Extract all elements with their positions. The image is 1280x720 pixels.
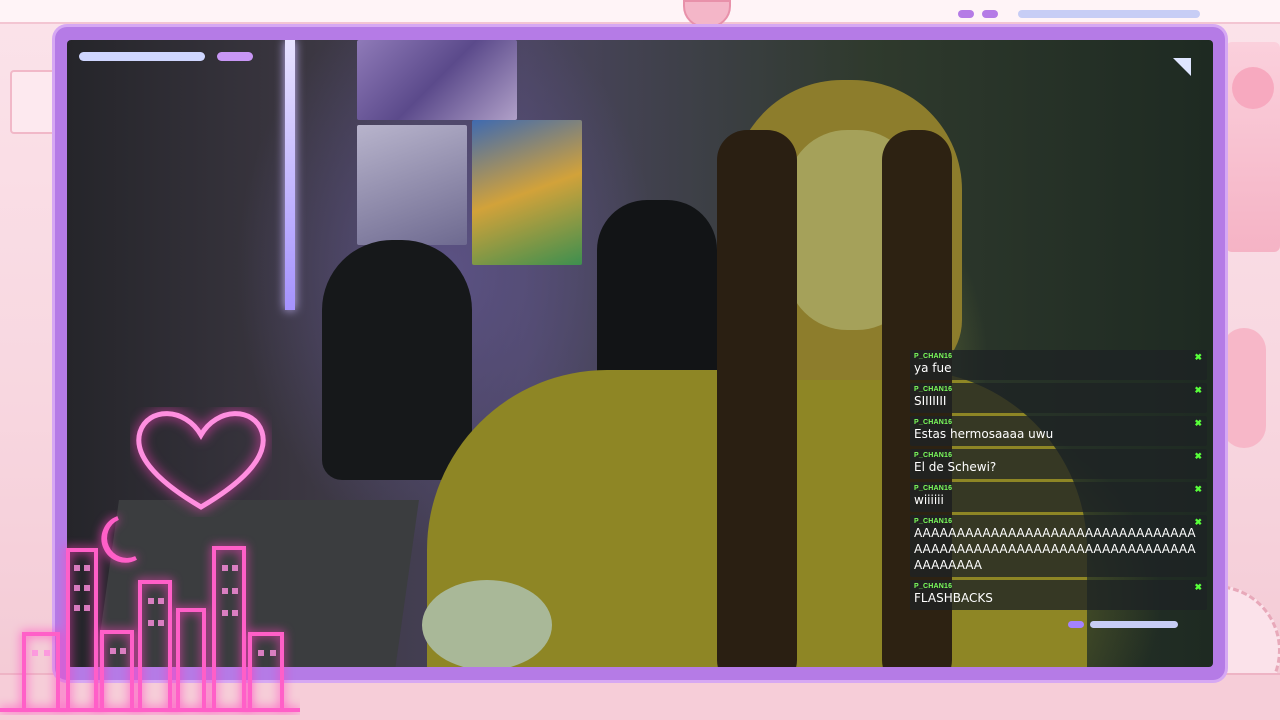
chat-message: P_CHAN16 ✖ SIIIIIII [910, 383, 1207, 413]
check-badge-icon: ✖ [1194, 352, 1202, 362]
led-strip [285, 40, 295, 310]
city-skyline-neon-icon [0, 516, 300, 712]
chat-username: P_CHAN16 [914, 419, 953, 426]
chat-message: P_CHAN16 ✖ AAAAAAAAAAAAAAAAAAAAAAAAAAAAAAA… [910, 515, 1207, 577]
check-badge-icon: ✖ [1194, 582, 1202, 592]
chat-overlay: P_CHAN16 ✖ ya fue P_CHAN16 ✖ SIIIIIII P_CHAN16… [910, 350, 1207, 613]
anime-character-decoration [1226, 42, 1280, 252]
wall-poster [472, 120, 582, 265]
corner-triangle-icon [1173, 58, 1191, 76]
streamer-hair [717, 130, 797, 667]
chat-message: P_CHAN16 ✖ Estas hermosaaaa uwu [910, 416, 1207, 446]
chat-scrollbar[interactable] [1090, 621, 1178, 628]
check-badge-icon: ✖ [1194, 418, 1202, 428]
moon-neon-icon [101, 516, 137, 563]
chat-username: P_CHAN16 [914, 386, 953, 393]
chat-message-text: SIIIIIII [914, 394, 947, 408]
chat-message: P_CHAN16 ✖ FLASHBACKS [910, 580, 1207, 610]
streamer-hand [422, 580, 552, 667]
chat-message-text: ya fue [914, 361, 952, 375]
chat-username: P_CHAN16 [914, 518, 953, 525]
heart-decoration [1222, 328, 1266, 448]
chat-message-text: El de Schewi? [914, 460, 997, 474]
wall-poster [357, 40, 517, 120]
check-badge-icon: ✖ [1194, 451, 1202, 461]
chat-scroll-indicator [1068, 621, 1084, 628]
chair [322, 240, 472, 480]
chat-message-text: FLASHBACKS [914, 591, 993, 605]
chat-message-text: Estas hermosaaaa uwu [914, 427, 1054, 441]
chat-username: P_CHAN16 [914, 353, 953, 360]
overlay-top-pill [217, 52, 253, 61]
chat-message: P_CHAN16 ✖ El de Schewi? [910, 449, 1207, 479]
wall-poster [357, 125, 467, 245]
chat-message: P_CHAN16 ✖ wiiiiii [910, 482, 1207, 512]
chat-message-text: wiiiiii [914, 493, 944, 507]
check-badge-icon: ✖ [1194, 385, 1202, 395]
heart-neon-icon [136, 411, 266, 510]
chat-message: P_CHAN16 ✖ ya fue [910, 350, 1207, 380]
chat-message-text: AAAAAAAAAAAAAAAAAAAAAAAAAAAAAAAAAAAAAAAA… [914, 526, 1196, 572]
overlay-top-bar [79, 52, 205, 61]
check-badge-icon: ✖ [1194, 517, 1202, 527]
chat-username: P_CHAN16 [914, 485, 953, 492]
chat-username: P_CHAN16 [914, 583, 953, 590]
chat-username: P_CHAN16 [914, 452, 953, 459]
check-badge-icon: ✖ [1194, 484, 1202, 494]
